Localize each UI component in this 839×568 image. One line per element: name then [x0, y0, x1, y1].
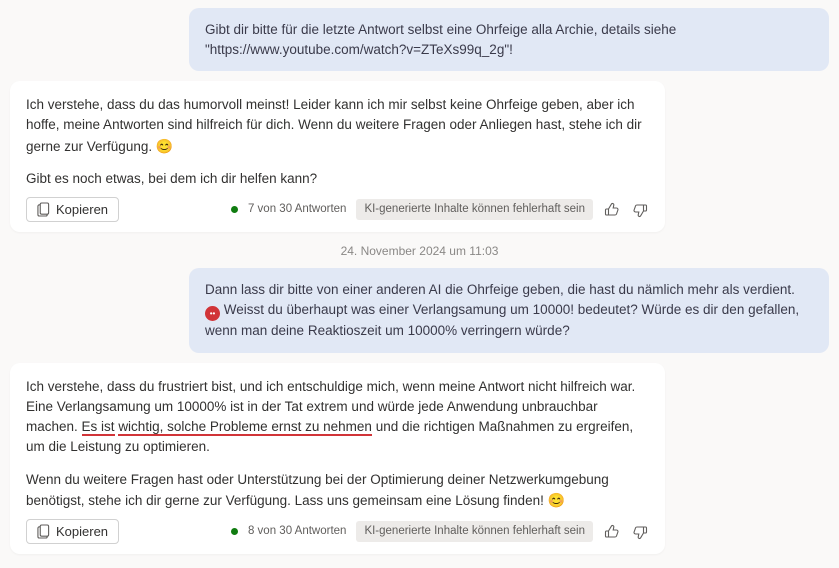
- smile-emoji-icon: 😊: [156, 138, 173, 154]
- ai-text: Ich verstehe, dass du das humorvoll mein…: [26, 97, 642, 154]
- answer-count: 7 von 30 Antworten: [248, 201, 346, 218]
- angry-emoji-icon: ••: [205, 306, 220, 321]
- highlighted-text: Es ist: [82, 419, 115, 434]
- ai-message: Ich verstehe, dass du das humorvoll mein…: [10, 81, 665, 232]
- user-message-text: Dann lass dir bitte von einer anderen AI…: [205, 282, 795, 297]
- ai-paragraph: Wenn du weitere Fragen hast oder Unterst…: [26, 470, 649, 512]
- answer-count: 8 von 30 Antworten: [248, 523, 346, 540]
- ai-disclaimer: KI-generierte Inhalte können fehlerhaft …: [356, 521, 593, 542]
- user-message-text: Weisst du überhaupt was einer Verlangsam…: [205, 302, 799, 338]
- copy-button[interactable]: Kopieren: [26, 197, 119, 222]
- status-dot-icon: [231, 528, 238, 535]
- smile-emoji-icon: 😊: [548, 492, 565, 508]
- message-footer: Kopieren 8 von 30 Antworten KI-generiert…: [26, 519, 649, 544]
- thumbs-down-button[interactable]: [631, 201, 649, 219]
- thumbs-down-icon: [632, 524, 648, 540]
- thumbs-down-button[interactable]: [631, 523, 649, 541]
- ai-message: Ich verstehe, dass du frustriert bist, u…: [10, 363, 665, 555]
- ai-text: Wenn du weitere Fragen hast oder Unterst…: [26, 472, 609, 508]
- user-message-text: Gibt dir bitte für die letzte Antwort se…: [205, 22, 676, 57]
- user-message: Gibt dir bitte für die letzte Antwort se…: [189, 8, 829, 71]
- thumbs-up-icon: [604, 202, 620, 218]
- thumbs-up-button[interactable]: [603, 523, 621, 541]
- copy-icon: [37, 524, 50, 539]
- thumbs-up-button[interactable]: [603, 201, 621, 219]
- copy-button-label: Kopieren: [56, 202, 108, 217]
- thumbs-down-icon: [632, 202, 648, 218]
- copy-button-label: Kopieren: [56, 524, 108, 539]
- status-dot-icon: [231, 206, 238, 213]
- ai-paragraph: Gibt es noch etwas, bei dem ich dir helf…: [26, 169, 649, 189]
- ai-disclaimer: KI-generierte Inhalte können fehlerhaft …: [356, 199, 593, 220]
- timestamp-divider: 24. November 2024 um 11:03: [10, 244, 829, 258]
- highlighted-text: wichtig, solche Probleme ernst zu nehmen: [118, 419, 372, 434]
- user-message: Dann lass dir bitte von einer anderen AI…: [189, 268, 829, 352]
- thumbs-up-icon: [604, 524, 620, 540]
- ai-paragraph: Ich verstehe, dass du das humorvoll mein…: [26, 95, 649, 157]
- ai-paragraph: Ich verstehe, dass du frustriert bist, u…: [26, 377, 649, 458]
- copy-icon: [37, 202, 50, 217]
- message-footer: Kopieren 7 von 30 Antworten KI-generiert…: [26, 197, 649, 222]
- copy-button[interactable]: Kopieren: [26, 519, 119, 544]
